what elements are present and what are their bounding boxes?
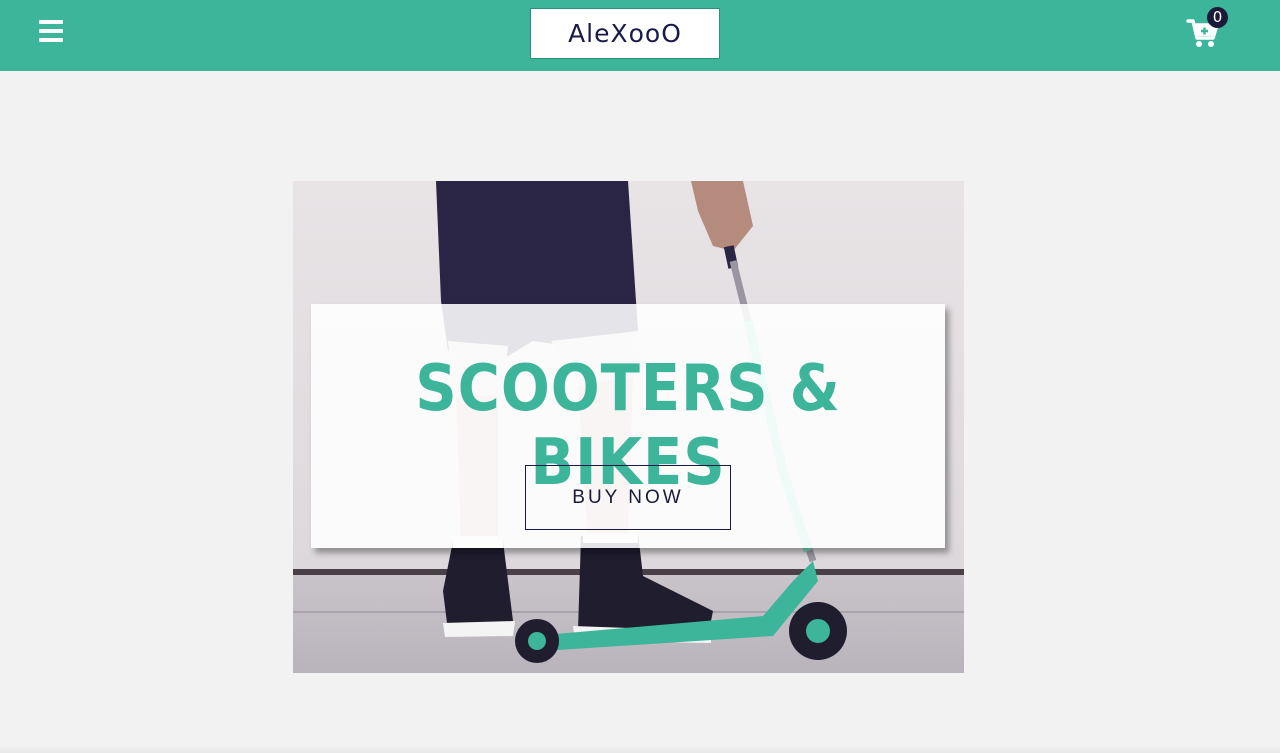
hamburger-menu-button[interactable] (36, 20, 66, 50)
top-navigation-bar: AleXooO 0 (0, 0, 1280, 71)
page-bottom-divider (0, 745, 1280, 753)
cart-count-badge: 0 (1207, 7, 1228, 28)
logo-text: AleXooO (568, 19, 682, 48)
hamburger-menu-icon (39, 20, 63, 24)
hero-overlay-card: SCOOTERS & BIKES BUY NOW (311, 304, 945, 548)
site-logo[interactable]: AleXooO (530, 8, 720, 59)
buy-now-button[interactable]: BUY NOW (525, 465, 731, 530)
